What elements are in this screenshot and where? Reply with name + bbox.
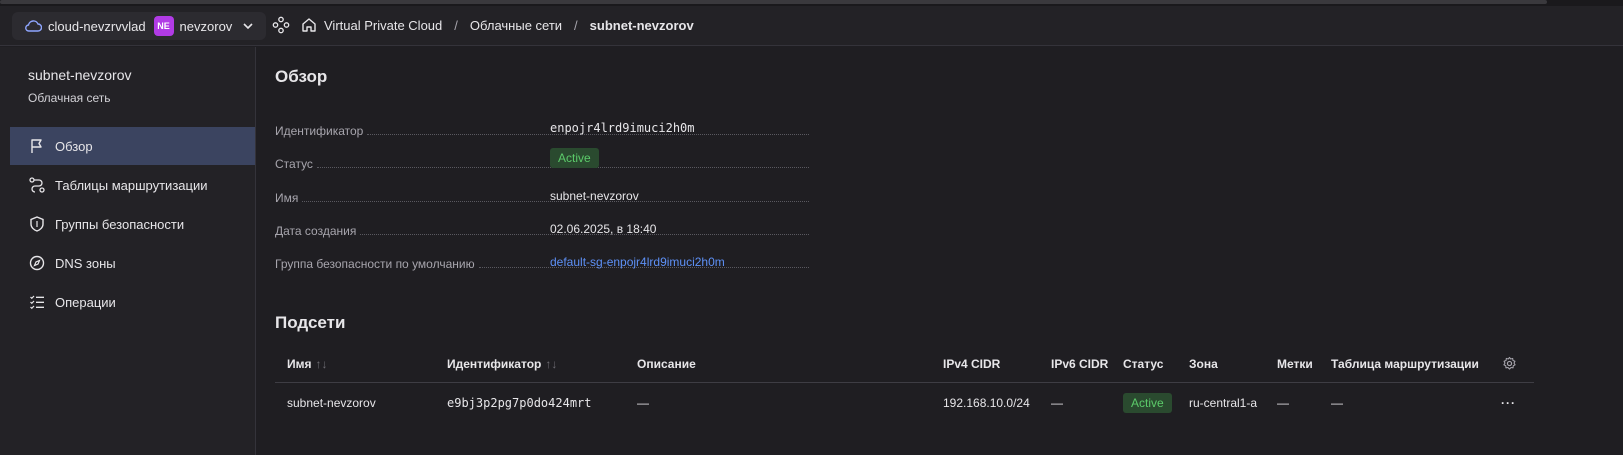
folder-badge: NE bbox=[153, 16, 174, 36]
overview-title: Обзор bbox=[275, 67, 328, 86]
route-icon bbox=[29, 177, 45, 193]
cell-zone: ru-central1-a bbox=[1189, 396, 1258, 410]
horizontal-scrollbar[interactable] bbox=[0, 0, 1547, 4]
breadcrumb-separator: / bbox=[454, 18, 458, 33]
sidebar: subnet-nevzorov Облачная сеть Обзор Табл… bbox=[0, 47, 256, 455]
breadcrumb-cloud-networks[interactable]: Облачные сети bbox=[470, 18, 562, 33]
breadcrumb-current: subnet-nevzorov bbox=[589, 18, 694, 33]
prop-value-created: 02.06.2025, в 18:40 bbox=[550, 222, 657, 236]
more-actions-icon[interactable]: ··· bbox=[1501, 383, 1516, 423]
default-security-group-link[interactable]: default-sg-enpojr4lrd9imuci2h0m bbox=[550, 255, 725, 269]
prop-label: Идентификатор bbox=[275, 124, 364, 138]
cloud-folder-selector[interactable]: cloud-nevzrvvlad NE nevzorov bbox=[12, 12, 266, 40]
status-badge: Active bbox=[550, 148, 599, 168]
prop-value-name: subnet-nevzorov bbox=[550, 189, 639, 203]
status-badge: Active bbox=[1123, 393, 1172, 413]
cell-route-table: — bbox=[1331, 396, 1343, 410]
home-icon[interactable] bbox=[300, 16, 318, 34]
sidebar-item-label: DNS зоны bbox=[55, 255, 116, 271]
cell-description: — bbox=[637, 396, 649, 410]
table-settings-icon[interactable] bbox=[1502, 345, 1517, 382]
prop-label: Имя bbox=[275, 191, 299, 205]
table-header-row: Имя ↑↓ Идентификатор ↑↓ Описание IPv4 CIDR… bbox=[275, 345, 1534, 383]
services-icon[interactable] bbox=[272, 16, 290, 34]
prop-label: Группа безопасности по умолчанию bbox=[275, 257, 475, 271]
prop-label: Дата создания bbox=[275, 224, 357, 238]
cloud-name: cloud-nevzrvvlad bbox=[48, 18, 146, 34]
column-header-route-table: Таблица маршрутизации bbox=[1331, 356, 1479, 371]
main-content: Обзор Идентификатор enpojr4lrd9imuci2h0m… bbox=[256, 47, 1623, 455]
cell-labels: — bbox=[1277, 396, 1289, 410]
flag-icon bbox=[31, 139, 42, 153]
prop-value-id[interactable]: enpojr4lrd9imuci2h0m bbox=[550, 121, 695, 135]
cell-ipv6: — bbox=[1051, 396, 1063, 410]
column-header-ipv6: IPv6 CIDR bbox=[1051, 356, 1109, 371]
chevron-down-icon[interactable] bbox=[242, 20, 254, 32]
compass-icon bbox=[29, 255, 45, 271]
folder-name: nevzorov bbox=[179, 18, 233, 34]
column-header-description: Описание bbox=[637, 356, 696, 371]
prop-label: Статус bbox=[275, 157, 313, 171]
sidebar-item-label: Таблицы маршрутизации bbox=[55, 177, 208, 193]
cell-name[interactable]: subnet-nevzorov bbox=[287, 383, 376, 423]
list-check-icon bbox=[30, 295, 44, 310]
prop-row-default-sg: Группа безопасности по умолчанию bbox=[275, 251, 815, 271]
sort-icon[interactable]: ↑↓ bbox=[316, 357, 328, 371]
sidebar-item-operations[interactable]: Операции bbox=[10, 283, 255, 321]
sort-icon[interactable]: ↑↓ bbox=[545, 357, 557, 371]
sidebar-item-route-tables[interactable]: Таблицы маршрутизации bbox=[10, 166, 255, 204]
prop-row-name: Имя bbox=[275, 185, 815, 205]
cell-id: e9bj3p2pg7p0do424mrt bbox=[447, 396, 592, 410]
sidebar-item-label: Обзор bbox=[55, 138, 93, 154]
subnets-title: Подсети bbox=[275, 313, 346, 332]
sidebar-title: subnet-nevzorov bbox=[28, 67, 132, 83]
column-header-status: Статус bbox=[1123, 356, 1164, 371]
column-header-name[interactable]: Имя ↑↓ bbox=[287, 345, 328, 382]
breadcrumb-separator: / bbox=[574, 18, 578, 33]
prop-row-created: Дата создания bbox=[275, 218, 815, 238]
column-header-ipv4: IPv4 CIDR bbox=[943, 356, 1001, 371]
column-header-zone: Зона bbox=[1189, 356, 1218, 371]
prop-row-status: Статус bbox=[275, 151, 815, 171]
column-header-id[interactable]: Идентификатор ↑↓ bbox=[447, 345, 557, 382]
sidebar-item-label: Операции bbox=[55, 294, 116, 310]
shield-icon bbox=[30, 216, 44, 232]
cloud-icon bbox=[25, 20, 42, 32]
cell-ipv4: 192.168.10.0/24 bbox=[943, 396, 1030, 410]
sidebar-item-overview[interactable]: Обзор bbox=[10, 127, 255, 165]
table-row[interactable]: subnet-nevzorov e9bj3p2pg7p0do424mrt — 1… bbox=[275, 383, 1534, 423]
breadcrumb: Virtual Private Cloud / Облачные сети / … bbox=[324, 18, 694, 33]
top-bar: cloud-nevzrvvlad NE nevzorov Virtual Pri… bbox=[0, 6, 1623, 46]
prop-row-id: Идентификатор bbox=[275, 118, 815, 138]
sidebar-item-label: Группы безопасности bbox=[55, 216, 185, 232]
column-header-labels: Метки bbox=[1277, 356, 1313, 371]
breadcrumb-vpc[interactable]: Virtual Private Cloud bbox=[324, 18, 442, 33]
sidebar-subtitle: Облачная сеть bbox=[28, 91, 111, 105]
sidebar-item-dns-zones[interactable]: DNS зоны bbox=[10, 244, 255, 282]
sidebar-item-security-groups[interactable]: Группы безопасности bbox=[10, 205, 255, 243]
